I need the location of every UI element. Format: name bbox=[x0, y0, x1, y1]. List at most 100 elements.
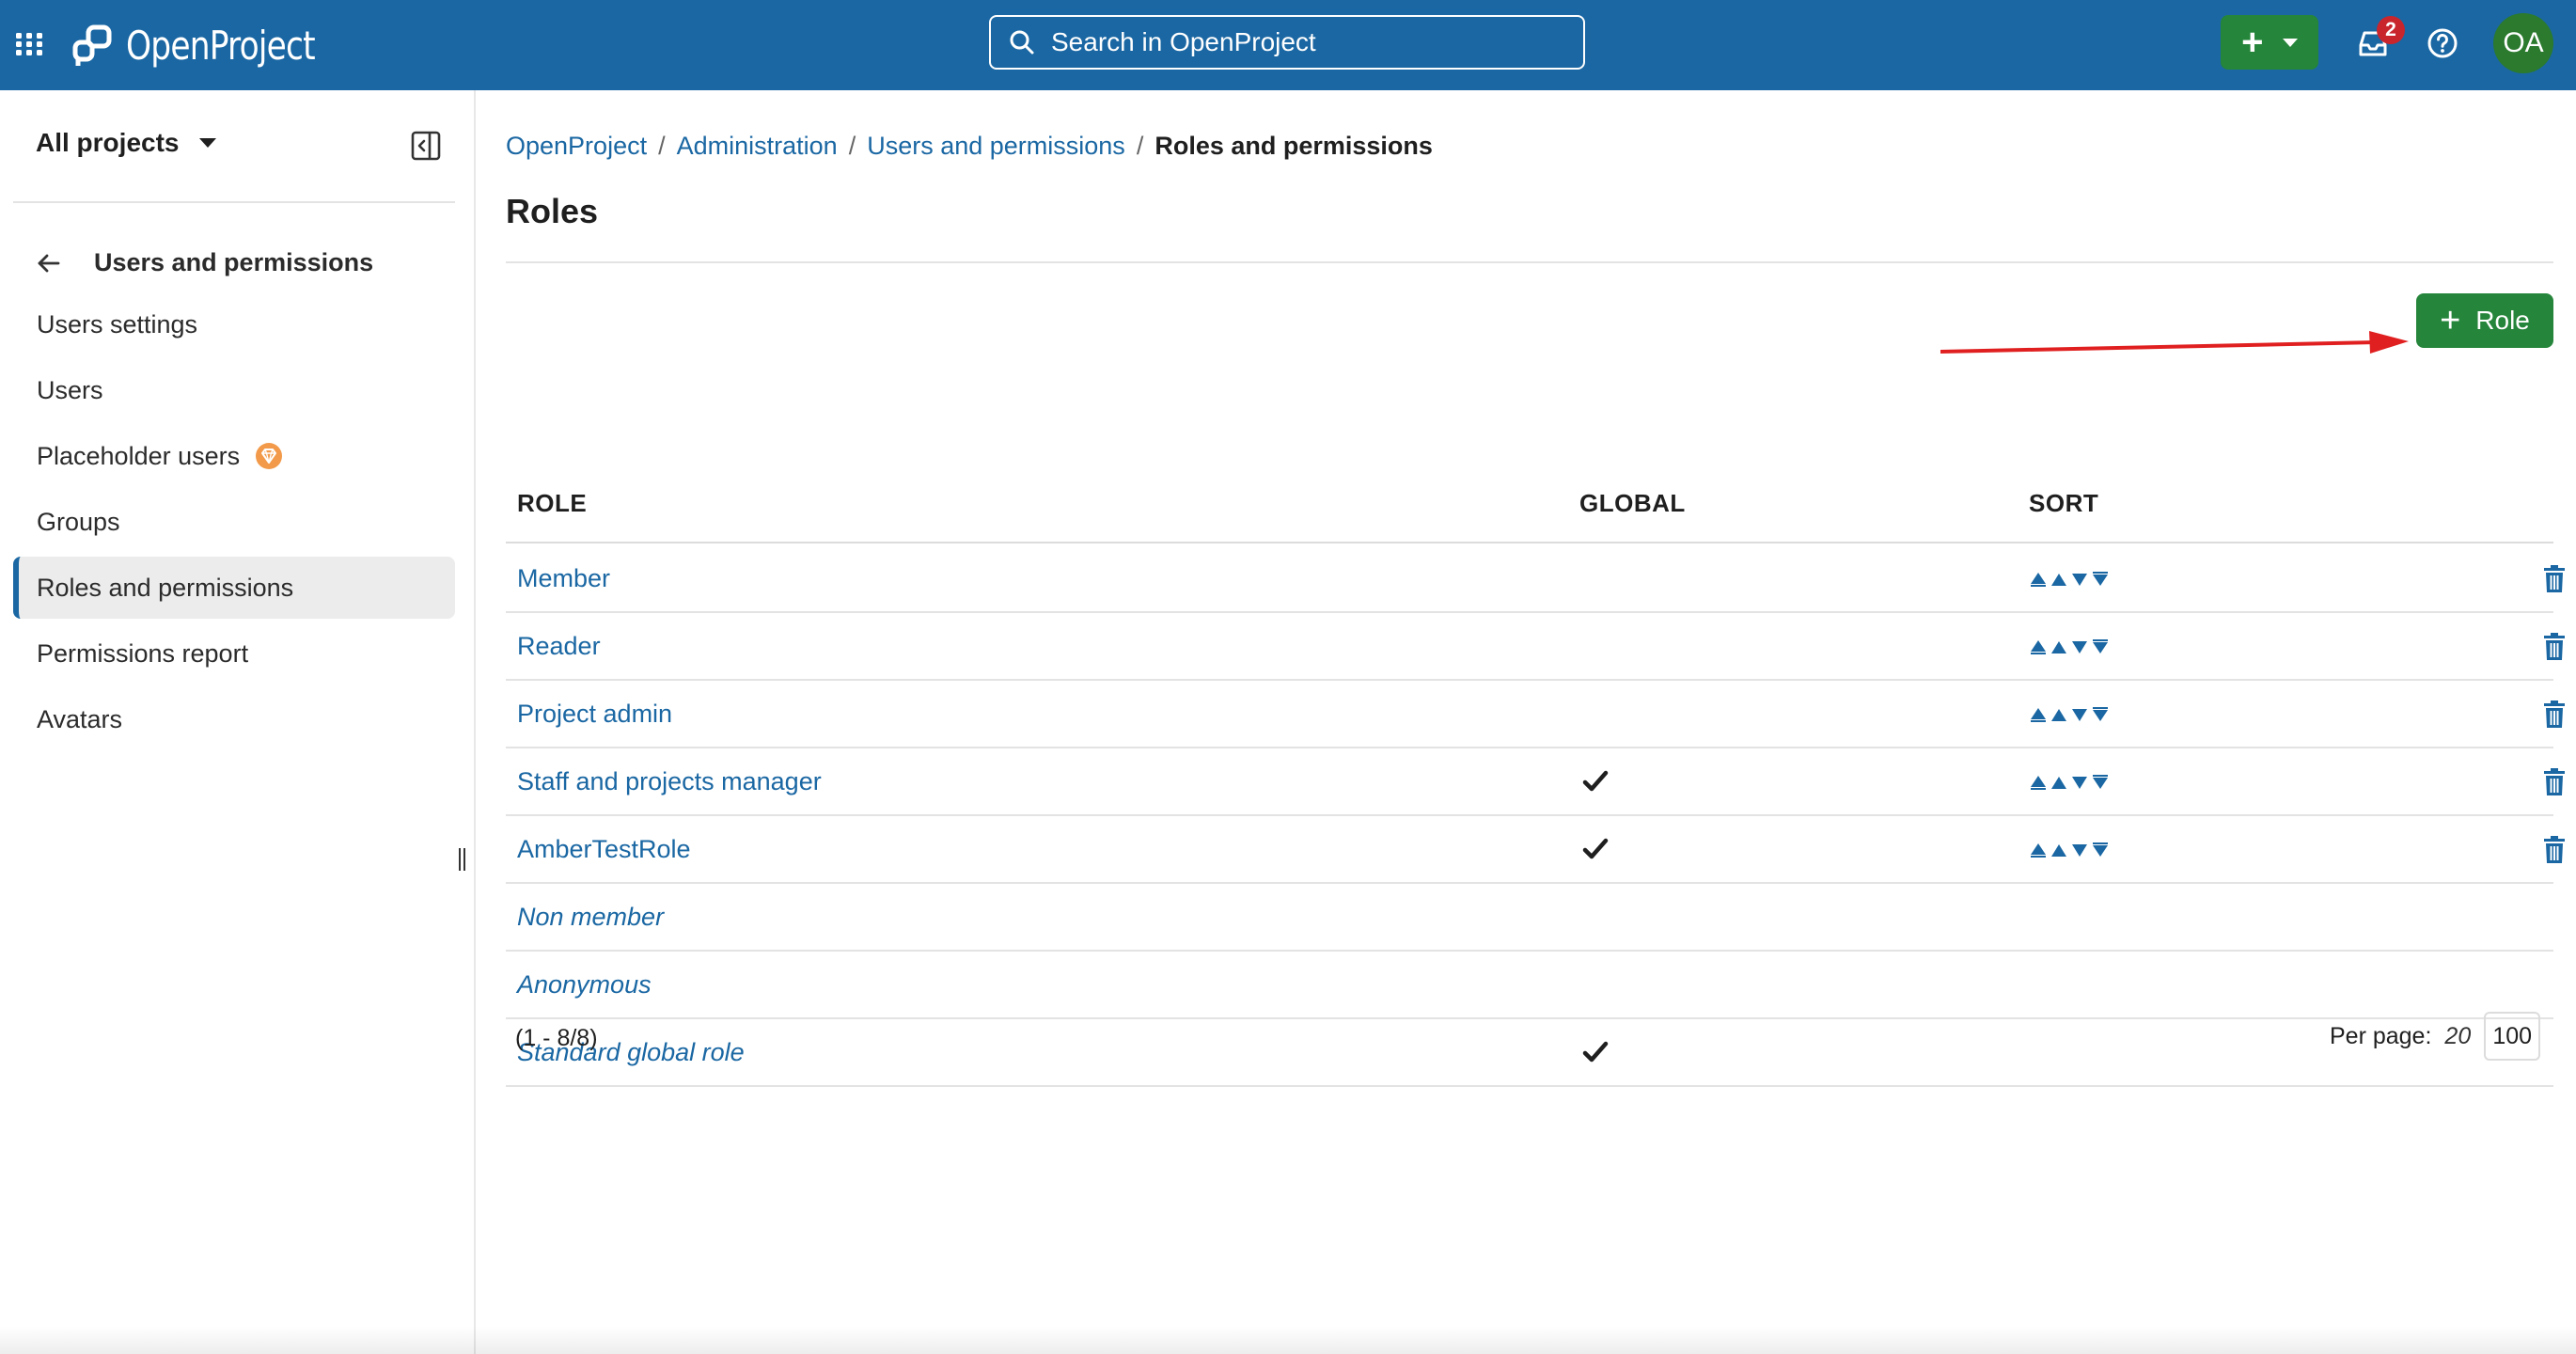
delete-role-icon[interactable] bbox=[2540, 700, 2568, 730]
modules-grid-icon[interactable] bbox=[13, 28, 45, 60]
breadcrumb-administration[interactable]: Administration bbox=[677, 132, 838, 161]
sidebar-collapse-icon bbox=[411, 131, 441, 161]
project-selector-label: All projects bbox=[36, 128, 180, 157]
sidebar-item-label: Roles and permissions bbox=[37, 573, 294, 602]
annotation-arrow bbox=[1940, 331, 2409, 354]
move-down-icon[interactable] bbox=[2070, 638, 2089, 656]
role-link[interactable]: AmberTestRole bbox=[517, 835, 691, 864]
sidebar-item-roles-and-permissions[interactable]: Roles and permissions bbox=[13, 557, 455, 619]
table-row: AmberTestRole bbox=[506, 816, 2565, 884]
per-page-current: 20 bbox=[2444, 1022, 2472, 1049]
role-link[interactable]: Reader bbox=[517, 632, 601, 661]
role-link[interactable]: Project admin bbox=[517, 700, 672, 729]
breadcrumb-separator: / bbox=[848, 132, 856, 160]
top-header: OpenProject Search in OpenProject + 2 OA bbox=[0, 0, 2576, 90]
sort-controls bbox=[2029, 841, 2110, 859]
table-row: Staff and projects manager bbox=[506, 748, 2565, 816]
sidebar-item-permissions-report[interactable]: Permissions report bbox=[13, 622, 455, 685]
move-to-bottom-icon[interactable] bbox=[2091, 841, 2110, 859]
checkmark-icon bbox=[1582, 1041, 1609, 1063]
sidebar-item-label: Permissions report bbox=[37, 638, 249, 668]
logo-text: OpenProject bbox=[126, 22, 316, 69]
move-down-icon[interactable] bbox=[2070, 570, 2089, 589]
add-role-label: Role bbox=[2475, 306, 2530, 335]
page-title: Roles bbox=[506, 192, 599, 230]
sidebar-item-label: Placeholder users bbox=[37, 441, 241, 470]
help-icon bbox=[2427, 28, 2458, 58]
move-to-top-icon[interactable] bbox=[2029, 773, 2048, 792]
sidebar-section-title: Users and permissions bbox=[94, 248, 374, 276]
sort-controls bbox=[2029, 705, 2110, 724]
delete-role-icon[interactable] bbox=[2540, 564, 2568, 594]
table-row: Non member bbox=[506, 884, 2553, 952]
move-to-bottom-icon[interactable] bbox=[2091, 773, 2110, 792]
sidebar-item-groups[interactable]: Groups bbox=[13, 491, 455, 553]
user-avatar[interactable]: OA bbox=[2493, 13, 2553, 73]
back-to-users-and-permissions[interactable]: Users and permissions bbox=[36, 248, 373, 277]
enterprise-badge-icon bbox=[255, 442, 283, 470]
move-up-icon[interactable] bbox=[2050, 773, 2068, 792]
delete-role-icon[interactable] bbox=[2540, 767, 2568, 797]
sidebar-item-label: Users bbox=[37, 375, 103, 404]
sidebar-item-label: Users settings bbox=[37, 309, 198, 338]
plus-icon: + bbox=[2440, 301, 2461, 340]
move-to-top-icon[interactable] bbox=[2029, 570, 2048, 589]
breadcrumb-openproject[interactable]: OpenProject bbox=[506, 132, 647, 161]
move-to-bottom-icon[interactable] bbox=[2091, 570, 2110, 589]
breadcrumb-separator: / bbox=[1136, 132, 1144, 160]
quick-create-button[interactable]: + bbox=[2221, 15, 2318, 70]
move-down-icon[interactable] bbox=[2070, 705, 2089, 724]
move-up-icon[interactable] bbox=[2050, 705, 2068, 724]
move-to-top-icon[interactable] bbox=[2029, 638, 2048, 656]
search-icon bbox=[1010, 30, 1034, 55]
sidebar-divider bbox=[13, 201, 455, 203]
sidebar-item-label: Avatars bbox=[37, 704, 123, 733]
column-header-sort[interactable]: SORT bbox=[2029, 489, 2098, 518]
column-header-global[interactable]: GLOBAL bbox=[1579, 489, 1686, 518]
breadcrumb: OpenProject / Administration / Users and… bbox=[506, 132, 1433, 161]
checkmark-icon bbox=[1582, 770, 1609, 792]
sidebar-resize-handle[interactable] bbox=[459, 848, 468, 871]
per-page-label: Per page: bbox=[2330, 1022, 2432, 1049]
table-row: Anonymous bbox=[506, 952, 2553, 1019]
move-up-icon[interactable] bbox=[2050, 570, 2068, 589]
role-link[interactable]: Member bbox=[517, 564, 610, 593]
sidebar-item-placeholder-users[interactable]: Placeholder users bbox=[13, 425, 455, 487]
column-header-role[interactable]: ROLE bbox=[517, 489, 587, 518]
move-up-icon[interactable] bbox=[2050, 638, 2068, 656]
per-page-option-100[interactable]: 100 bbox=[2484, 1012, 2541, 1061]
window-bottom-shadow bbox=[0, 1326, 2576, 1354]
sidebar-item-users-settings[interactable]: Users settings bbox=[13, 293, 455, 355]
role-link[interactable]: Anonymous bbox=[517, 970, 652, 1000]
plus-icon: + bbox=[2241, 22, 2264, 63]
move-down-icon[interactable] bbox=[2070, 841, 2089, 859]
sort-controls bbox=[2029, 773, 2110, 792]
move-to-bottom-icon[interactable] bbox=[2091, 705, 2110, 724]
delete-role-icon[interactable] bbox=[2540, 835, 2568, 865]
role-link[interactable]: Staff and projects manager bbox=[517, 767, 822, 796]
global-search-input[interactable]: Search in OpenProject bbox=[989, 15, 1585, 70]
collapse-sidebar-button[interactable] bbox=[410, 130, 442, 162]
move-down-icon[interactable] bbox=[2070, 773, 2089, 792]
project-selector[interactable]: All projects bbox=[36, 128, 217, 158]
arrow-left-icon bbox=[38, 254, 60, 272]
sidebar-item-avatars[interactable]: Avatars bbox=[13, 688, 455, 750]
breadcrumb-separator: / bbox=[658, 132, 666, 160]
pagination-range: (1 - 8/8) bbox=[515, 1025, 598, 1051]
move-to-top-icon[interactable] bbox=[2029, 841, 2048, 859]
sidebar-item-users[interactable]: Users bbox=[13, 359, 455, 421]
table-row: Member bbox=[506, 545, 2565, 613]
table-row: Reader bbox=[506, 613, 2565, 681]
add-role-button[interactable]: + Role bbox=[2416, 293, 2553, 348]
help-button[interactable] bbox=[2426, 26, 2461, 62]
openproject-logo[interactable]: OpenProject bbox=[70, 19, 356, 71]
role-link[interactable]: Non member bbox=[517, 903, 664, 932]
move-up-icon[interactable] bbox=[2050, 841, 2068, 859]
main-content: OpenProject / Administration / Users and… bbox=[478, 90, 2576, 1354]
sort-controls bbox=[2029, 570, 2110, 589]
move-to-top-icon[interactable] bbox=[2029, 705, 2048, 724]
breadcrumb-users-and-permissions[interactable]: Users and permissions bbox=[867, 132, 1125, 161]
search-placeholder: Search in OpenProject bbox=[1051, 27, 1316, 56]
delete-role-icon[interactable] bbox=[2540, 632, 2568, 662]
move-to-bottom-icon[interactable] bbox=[2091, 638, 2110, 656]
